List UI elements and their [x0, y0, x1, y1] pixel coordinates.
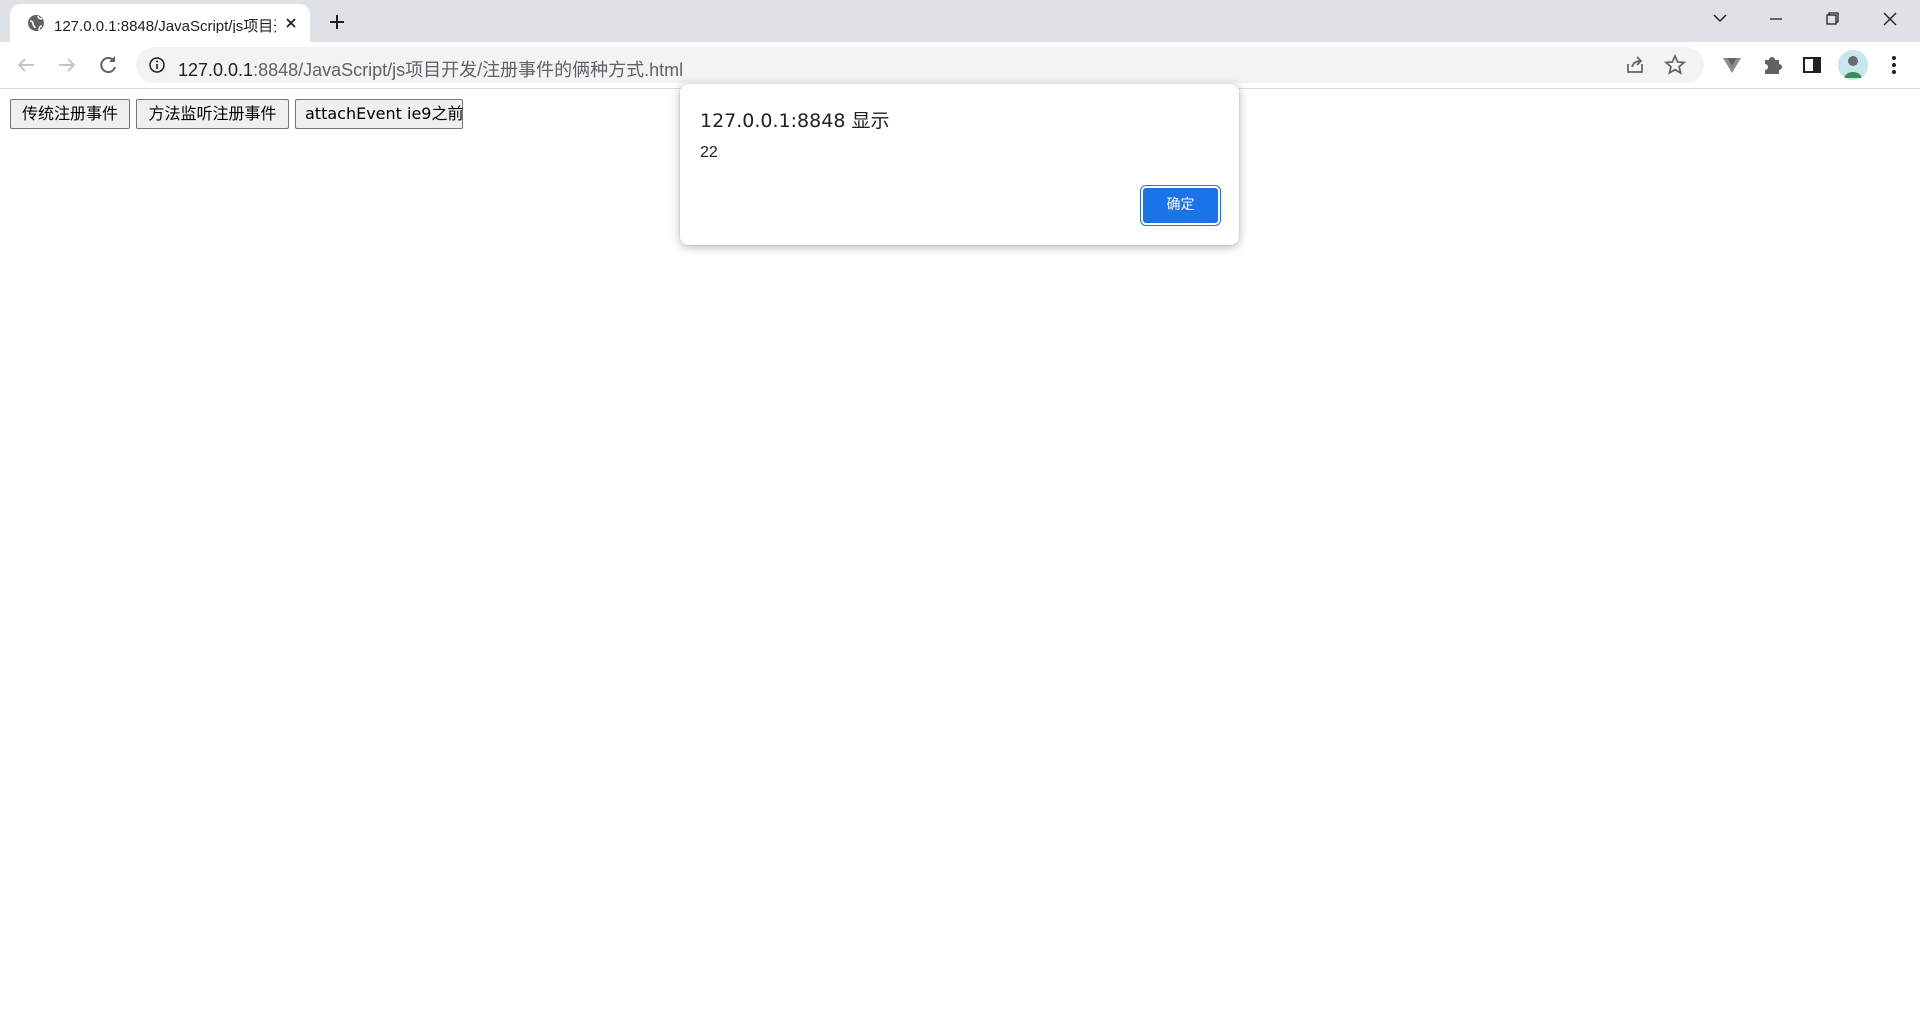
- info-icon[interactable]: [148, 56, 166, 74]
- url-path: :8848/JavaScript/js项目开发/注册事件的俩种方式.html: [253, 60, 684, 80]
- back-icon[interactable]: [10, 49, 42, 81]
- tab-strip: 127.0.0.1:8848/JavaScript/js项目开发/注册事件的俩种…: [0, 0, 1920, 42]
- minimize-icon[interactable]: [1748, 0, 1804, 38]
- close-tab-icon[interactable]: [281, 13, 301, 33]
- ok-button[interactable]: 确定: [1141, 186, 1220, 225]
- restore-icon[interactable]: [1804, 0, 1860, 38]
- forward-icon[interactable]: [51, 49, 83, 81]
- close-window-icon[interactable]: [1862, 0, 1918, 38]
- alert-dialog: 127.0.0.1:8848 显示 22 确定: [680, 84, 1239, 245]
- tab-search-chevron-icon[interactable]: [1692, 0, 1748, 38]
- url-host: 127.0.0.1: [178, 60, 254, 80]
- new-tab-icon[interactable]: [320, 8, 354, 36]
- browser-window: 127.0.0.1:8848/JavaScript/js项目开发/注册事件的俩种…: [0, 0, 1920, 1020]
- active-tab[interactable]: 127.0.0.1:8848/JavaScript/js项目开发/注册事件的俩种…: [10, 4, 310, 42]
- browser-toolbar: 127.0.0.1:8848/JavaScript/js项目开发/注册事件的俩种…: [0, 42, 1920, 89]
- avatar[interactable]: [1838, 50, 1868, 80]
- attach-event-button[interactable]: attachEvent ie9之前: [295, 99, 464, 129]
- bookmark-star-icon[interactable]: [1663, 53, 1687, 77]
- reload-icon[interactable]: [92, 49, 124, 81]
- more-menu-icon[interactable]: [1878, 49, 1910, 81]
- traditional-register-button[interactable]: 传统注册事件: [10, 99, 130, 129]
- url-text: 127.0.0.1:8848/JavaScript/js项目开发/注册事件的俩种…: [178, 56, 683, 82]
- share-icon[interactable]: [1623, 53, 1647, 77]
- extensions-puzzle-icon[interactable]: [1756, 49, 1788, 81]
- tab-title: 127.0.0.1:8848/JavaScript/js项目开发/注册事件的俩种…: [54, 18, 276, 33]
- listener-register-button[interactable]: 方法监听注册事件: [136, 99, 289, 129]
- globe-icon: [26, 13, 46, 33]
- vue-devtools-icon[interactable]: [1716, 49, 1748, 81]
- address-bar[interactable]: 127.0.0.1:8848/JavaScript/js项目开发/注册事件的俩种…: [136, 47, 1704, 83]
- alert-message: 22: [700, 144, 718, 161]
- alert-title: 127.0.0.1:8848 显示: [700, 110, 890, 132]
- side-panel-icon[interactable]: [1796, 49, 1828, 81]
